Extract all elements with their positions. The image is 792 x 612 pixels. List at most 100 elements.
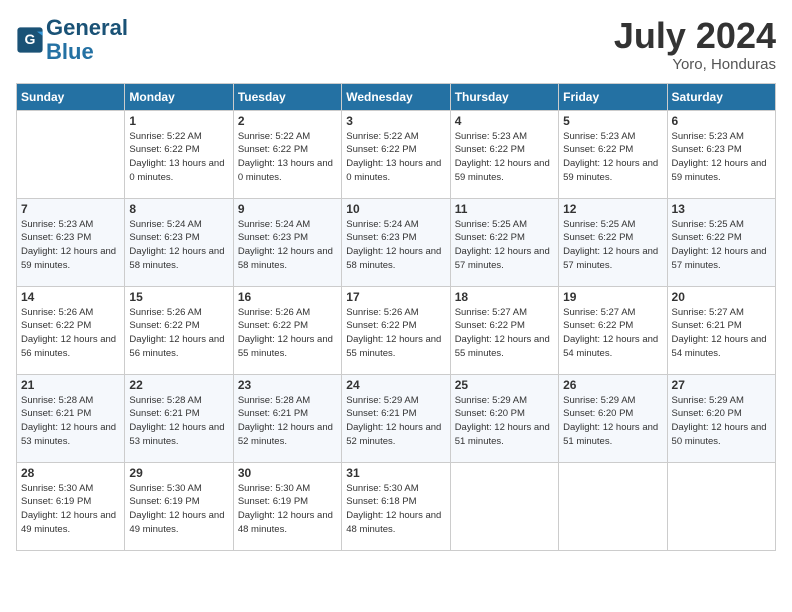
day-info: Sunrise: 5:26 AM Sunset: 6:22 PM Dayligh… <box>21 306 120 361</box>
day-info: Sunrise: 5:25 AM Sunset: 6:22 PM Dayligh… <box>672 218 771 273</box>
day-number: 9 <box>238 202 337 216</box>
day-info: Sunrise: 5:28 AM Sunset: 6:21 PM Dayligh… <box>21 394 120 449</box>
day-info: Sunrise: 5:29 AM Sunset: 6:20 PM Dayligh… <box>455 394 554 449</box>
day-number: 3 <box>346 114 445 128</box>
calendar-cell: 31 Sunrise: 5:30 AM Sunset: 6:18 PM Dayli… <box>342 462 450 550</box>
calendar-cell: 7Sunrise: 5:23 AM Sunset: 6:23 PM Daylig… <box>17 198 125 286</box>
calendar-cell: 5 Sunrise: 5:23 AM Sunset: 6:22 PM Daylig… <box>559 110 667 198</box>
calendar-cell: 29Sunrise: 5:30 AM Sunset: 6:19 PM Dayli… <box>125 462 233 550</box>
calendar-cell: 17Sunrise: 5:26 AM Sunset: 6:22 PM Dayli… <box>342 286 450 374</box>
calendar-cell: 14 Sunrise: 5:26 AM Sunset: 6:22 PM Dayli… <box>17 286 125 374</box>
col-header-saturday: Saturday <box>667 83 775 110</box>
day-info: Sunrise: 5:27 AM Sunset: 6:22 PM Dayligh… <box>563 306 662 361</box>
logo-line1: General <box>46 15 128 40</box>
calendar-cell: 21 Sunrise: 5:28 AM Sunset: 6:21 PM Dayli… <box>17 374 125 462</box>
calendar-week-row: 28 Sunrise: 5:30 AM Sunset: 6:19 PM Dayli… <box>17 462 776 550</box>
day-number: 25 <box>455 378 554 392</box>
calendar-week-row: 21 Sunrise: 5:28 AM Sunset: 6:21 PM Dayli… <box>17 374 776 462</box>
day-number: 14 <box>21 290 120 304</box>
day-number: 6 <box>672 114 771 128</box>
day-info: Sunrise: 5:22 AM Sunset: 6:22 PM Dayligh… <box>238 130 337 185</box>
day-number: 31 <box>346 466 445 480</box>
day-number: 21 <box>21 378 120 392</box>
calendar-cell: 9 Sunrise: 5:24 AM Sunset: 6:23 PM Daylig… <box>233 198 341 286</box>
calendar-cell: 25 Sunrise: 5:29 AM Sunset: 6:20 PM Dayli… <box>450 374 558 462</box>
day-info: Sunrise: 5:22 AM Sunset: 6:22 PM Dayligh… <box>129 130 228 185</box>
day-info: Sunrise: 5:23 AM Sunset: 6:22 PM Dayligh… <box>455 130 554 185</box>
calendar-cell: 12 Sunrise: 5:25 AM Sunset: 6:22 PM Dayli… <box>559 198 667 286</box>
calendar-week-row: 1 Sunrise: 5:22 AM Sunset: 6:22 PM Daylig… <box>17 110 776 198</box>
calendar-cell: 26 Sunrise: 5:29 AM Sunset: 6:20 PM Dayli… <box>559 374 667 462</box>
day-number: 24 <box>346 378 445 392</box>
calendar-cell: 19Sunrise: 5:27 AM Sunset: 6:22 PM Dayli… <box>559 286 667 374</box>
calendar-cell: 18 Sunrise: 5:27 AM Sunset: 6:22 PM Dayli… <box>450 286 558 374</box>
calendar-cell: 4 Sunrise: 5:23 AM Sunset: 6:22 PM Daylig… <box>450 110 558 198</box>
calendar-cell: 22 Sunrise: 5:28 AM Sunset: 6:21 PM Dayli… <box>125 374 233 462</box>
calendar-week-row: 14 Sunrise: 5:26 AM Sunset: 6:22 PM Dayli… <box>17 286 776 374</box>
month-year-title: July 2024 <box>614 16 776 56</box>
day-number: 15 <box>129 290 228 304</box>
calendar-cell: 3 Sunrise: 5:22 AM Sunset: 6:22 PM Daylig… <box>342 110 450 198</box>
day-number: 20 <box>672 290 771 304</box>
day-number: 13 <box>672 202 771 216</box>
day-info: Sunrise: 5:23 AM Sunset: 6:22 PM Dayligh… <box>563 130 662 185</box>
location-subtitle: Yoro, Honduras <box>614 56 776 73</box>
col-header-friday: Friday <box>559 83 667 110</box>
day-info: Sunrise: 5:24 AM Sunset: 6:23 PM Dayligh… <box>129 218 228 273</box>
day-info: Sunrise: 5:27 AM Sunset: 6:22 PM Dayligh… <box>455 306 554 361</box>
col-header-sunday: Sunday <box>17 83 125 110</box>
day-number: 22 <box>129 378 228 392</box>
calendar-cell: 8 Sunrise: 5:24 AM Sunset: 6:23 PM Daylig… <box>125 198 233 286</box>
day-number: 4 <box>455 114 554 128</box>
day-info: Sunrise: 5:29 AM Sunset: 6:20 PM Dayligh… <box>672 394 771 449</box>
day-info: Sunrise: 5:25 AM Sunset: 6:22 PM Dayligh… <box>455 218 554 273</box>
day-number: 16 <box>238 290 337 304</box>
day-number: 10 <box>346 202 445 216</box>
calendar-header-row: SundayMondayTuesdayWednesdayThursdayFrid… <box>17 83 776 110</box>
logo-icon: G <box>16 26 44 54</box>
day-number: 8 <box>129 202 228 216</box>
day-number: 11 <box>455 202 554 216</box>
day-info: Sunrise: 5:28 AM Sunset: 6:21 PM Dayligh… <box>238 394 337 449</box>
calendar-cell: 1 Sunrise: 5:22 AM Sunset: 6:22 PM Daylig… <box>125 110 233 198</box>
calendar-cell: 6 Sunrise: 5:23 AM Sunset: 6:23 PM Daylig… <box>667 110 775 198</box>
day-info: Sunrise: 5:24 AM Sunset: 6:23 PM Dayligh… <box>238 218 337 273</box>
calendar-cell: 10Sunrise: 5:24 AM Sunset: 6:23 PM Dayli… <box>342 198 450 286</box>
day-number: 5 <box>563 114 662 128</box>
calendar-cell: 2 Sunrise: 5:22 AM Sunset: 6:22 PM Daylig… <box>233 110 341 198</box>
calendar-cell <box>17 110 125 198</box>
day-number: 28 <box>21 466 120 480</box>
day-number: 18 <box>455 290 554 304</box>
day-number: 26 <box>563 378 662 392</box>
day-number: 23 <box>238 378 337 392</box>
day-info: Sunrise: 5:30 AM Sunset: 6:19 PM Dayligh… <box>238 482 337 537</box>
day-info: Sunrise: 5:30 AM Sunset: 6:19 PM Dayligh… <box>21 482 120 537</box>
calendar-cell <box>559 462 667 550</box>
col-header-thursday: Thursday <box>450 83 558 110</box>
calendar-cell: 23 Sunrise: 5:28 AM Sunset: 6:21 PM Dayli… <box>233 374 341 462</box>
calendar-cell <box>450 462 558 550</box>
calendar-cell: 11 Sunrise: 5:25 AM Sunset: 6:22 PM Dayli… <box>450 198 558 286</box>
col-header-wednesday: Wednesday <box>342 83 450 110</box>
calendar-cell: 13 Sunrise: 5:25 AM Sunset: 6:22 PM Dayli… <box>667 198 775 286</box>
day-number: 1 <box>129 114 228 128</box>
day-info: Sunrise: 5:25 AM Sunset: 6:22 PM Dayligh… <box>563 218 662 273</box>
day-info: Sunrise: 5:30 AM Sunset: 6:18 PM Dayligh… <box>346 482 445 537</box>
calendar-cell <box>667 462 775 550</box>
day-info: Sunrise: 5:22 AM Sunset: 6:22 PM Dayligh… <box>346 130 445 185</box>
day-number: 2 <box>238 114 337 128</box>
calendar-cell: 28 Sunrise: 5:30 AM Sunset: 6:19 PM Dayli… <box>17 462 125 550</box>
day-info: Sunrise: 5:28 AM Sunset: 6:21 PM Dayligh… <box>129 394 228 449</box>
calendar-cell: 27Sunrise: 5:29 AM Sunset: 6:20 PM Dayli… <box>667 374 775 462</box>
day-info: Sunrise: 5:29 AM Sunset: 6:21 PM Dayligh… <box>346 394 445 449</box>
day-info: Sunrise: 5:23 AM Sunset: 6:23 PM Dayligh… <box>672 130 771 185</box>
col-header-monday: Monday <box>125 83 233 110</box>
day-info: Sunrise: 5:26 AM Sunset: 6:22 PM Dayligh… <box>129 306 228 361</box>
title-block: July 2024 Yoro, Honduras <box>614 16 776 73</box>
day-number: 12 <box>563 202 662 216</box>
page-header: G General Blue July 2024 Yoro, Honduras <box>16 16 776 73</box>
logo: G General Blue <box>16 16 128 64</box>
day-number: 7 <box>21 202 120 216</box>
day-number: 29 <box>129 466 228 480</box>
day-info: Sunrise: 5:29 AM Sunset: 6:20 PM Dayligh… <box>563 394 662 449</box>
